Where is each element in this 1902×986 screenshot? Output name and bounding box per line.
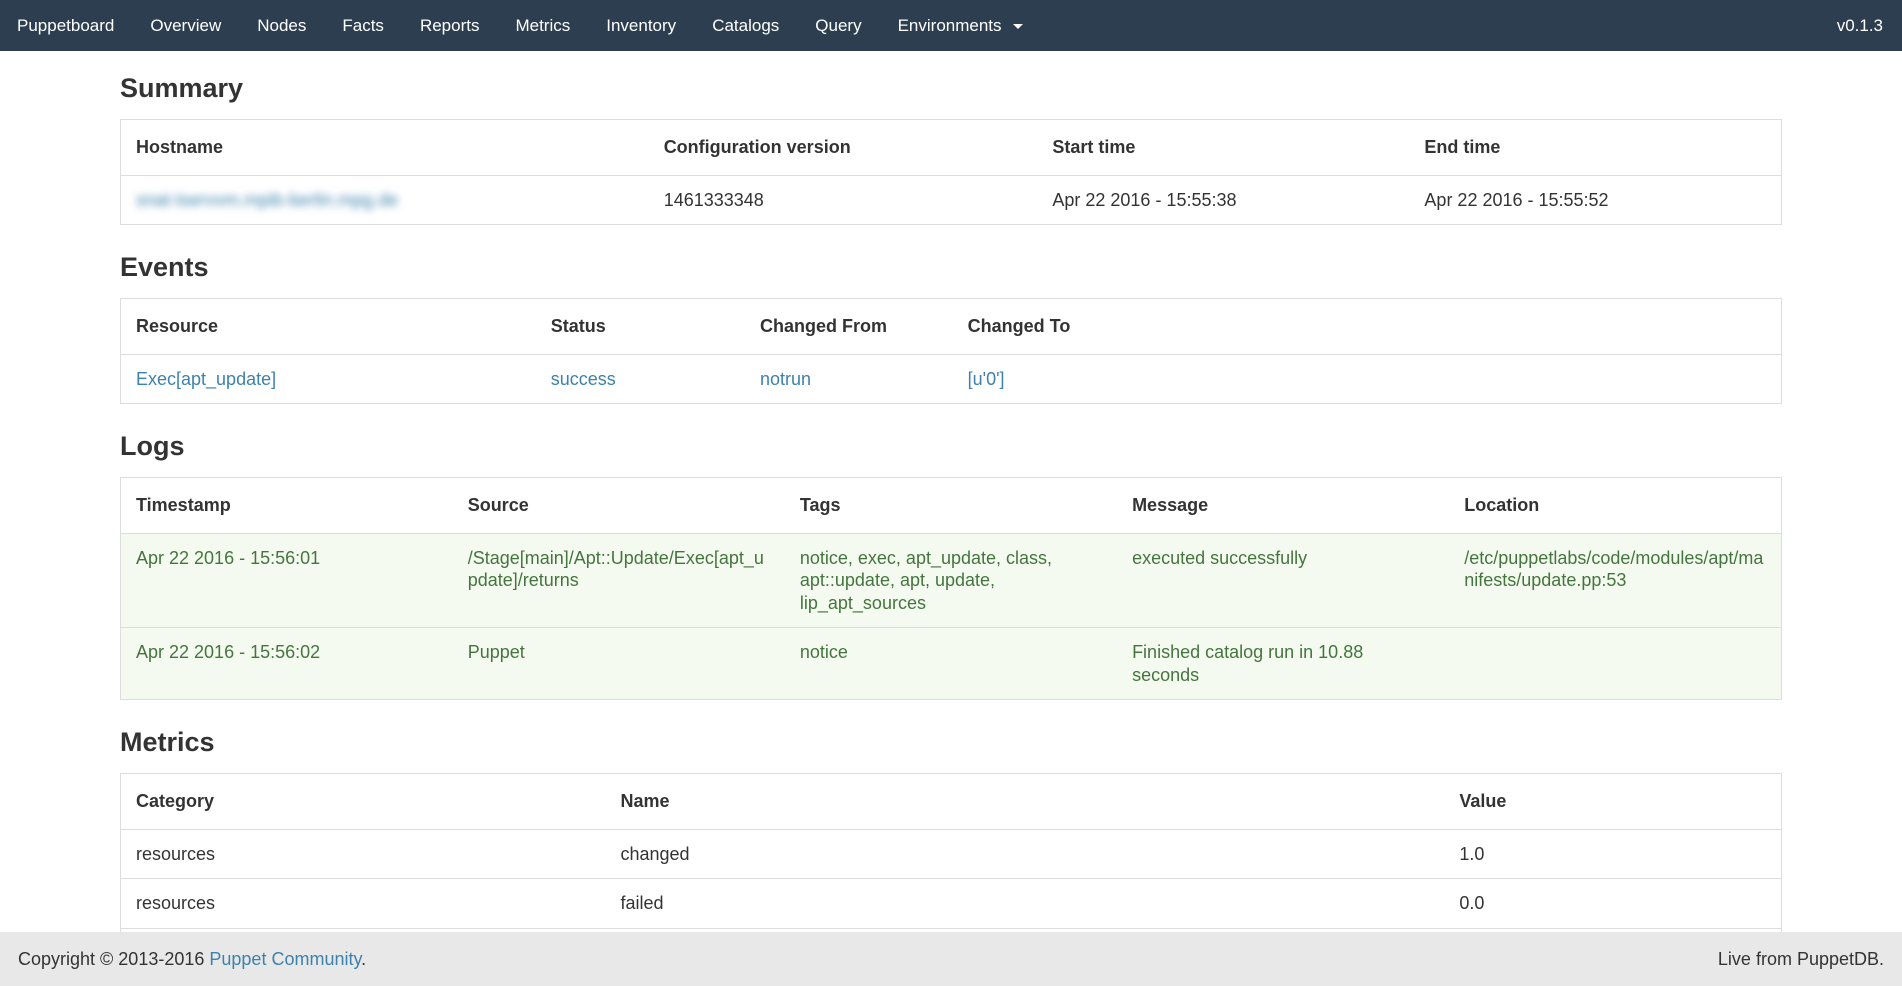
- summary-header-start-time: Start time: [1037, 120, 1409, 176]
- hostname-link[interactable]: snat-tservvm.mpib-berlin.mpg.de: [136, 190, 398, 210]
- events-header-resource: Resource: [121, 299, 536, 355]
- config-version-cell: 1461333348: [649, 175, 1038, 225]
- events-header-changed-to: Changed To: [953, 299, 1782, 355]
- summary-section: Summary Hostname Configuration version S…: [120, 73, 1782, 225]
- summary-header-config-version: Configuration version: [649, 120, 1038, 176]
- events-section: Events Resource Status Changed From Chan…: [120, 252, 1782, 404]
- summary-header-end-time: End time: [1409, 120, 1781, 176]
- log-source-cell: Puppet: [453, 628, 785, 700]
- metric-category-cell: resources: [121, 829, 606, 879]
- metrics-header-value: Value: [1444, 774, 1781, 830]
- navbar-brand[interactable]: Puppetboard: [0, 0, 132, 51]
- nav-item-reports[interactable]: Reports: [402, 0, 498, 51]
- version-label: v0.1.3: [1837, 0, 1902, 51]
- nav-item-overview[interactable]: Overview: [132, 0, 239, 51]
- metric-name-cell: changed: [606, 829, 1445, 879]
- copyright-prefix: Copyright © 2013-2016: [18, 949, 209, 969]
- log-message-cell: Finished catalog run in 10.88 seconds: [1117, 628, 1449, 700]
- summary-row: snat-tservvm.mpib-berlin.mpg.de 14613333…: [121, 175, 1782, 225]
- events-table: Resource Status Changed From Changed To …: [120, 298, 1782, 404]
- logs-header-timestamp: Timestamp: [121, 478, 453, 534]
- nav-item-environments-label: Environments: [898, 16, 1002, 35]
- events-header-status: Status: [536, 299, 745, 355]
- navbar: Puppetboard Overview Nodes Facts Reports…: [0, 0, 1902, 51]
- summary-table: Hostname Configuration version Start tim…: [120, 119, 1782, 225]
- events-header-changed-from: Changed From: [745, 299, 953, 355]
- event-changed-to-link[interactable]: [u'0']: [968, 369, 1005, 389]
- nav-item-nodes[interactable]: Nodes: [239, 0, 324, 51]
- start-time-cell: Apr 22 2016 - 15:55:38: [1037, 175, 1409, 225]
- summary-header-hostname: Hostname: [121, 120, 649, 176]
- logs-section: Logs Timestamp Source Tags Message Locat…: [120, 431, 1782, 700]
- log-row: Apr 22 2016 - 15:56:02 Puppet notice Fin…: [121, 628, 1782, 700]
- logs-header-location: Location: [1449, 478, 1781, 534]
- logs-header-source: Source: [453, 478, 785, 534]
- metric-category-cell: resources: [121, 879, 606, 929]
- metric-name-cell: failed: [606, 879, 1445, 929]
- log-tags-cell: notice: [785, 628, 1117, 700]
- log-location-cell: [1449, 628, 1781, 700]
- logs-heading: Logs: [120, 431, 1782, 462]
- nav-item-query[interactable]: Query: [797, 0, 879, 51]
- event-resource-link[interactable]: Exec[apt_update]: [136, 369, 276, 389]
- puppet-community-link[interactable]: Puppet Community: [209, 949, 361, 969]
- main-content: Summary Hostname Configuration version S…: [120, 73, 1782, 978]
- end-time-cell: Apr 22 2016 - 15:55:52: [1409, 175, 1781, 225]
- metrics-heading: Metrics: [120, 727, 1782, 758]
- log-timestamp-cell: Apr 22 2016 - 15:56:02: [121, 628, 453, 700]
- log-timestamp-cell: Apr 22 2016 - 15:56:01: [121, 533, 453, 628]
- metric-value-cell: 0.0: [1444, 879, 1781, 929]
- metric-row: resources failed 0.0: [121, 879, 1782, 929]
- event-status-link[interactable]: success: [551, 369, 616, 389]
- logs-header-tags: Tags: [785, 478, 1117, 534]
- metric-value-cell: 1.0: [1444, 829, 1781, 879]
- metrics-header-category: Category: [121, 774, 606, 830]
- events-header-row: Resource Status Changed From Changed To: [121, 299, 1782, 355]
- event-row: Exec[apt_update] success notrun [u'0']: [121, 354, 1782, 404]
- copyright-suffix: .: [361, 949, 366, 969]
- log-location-cell: /etc/puppetlabs/code/modules/apt/manifes…: [1449, 533, 1781, 628]
- nav-item-facts[interactable]: Facts: [324, 0, 402, 51]
- metrics-header-name: Name: [606, 774, 1445, 830]
- summary-heading: Summary: [120, 73, 1782, 104]
- metrics-header-row: Category Name Value: [121, 774, 1782, 830]
- nav-item-environments-dropdown[interactable]: Environments: [880, 0, 1042, 51]
- copyright-text: Copyright © 2013-2016 Puppet Community.: [18, 949, 366, 970]
- footer: Copyright © 2013-2016 Puppet Community. …: [0, 932, 1902, 986]
- metric-row: resources changed 1.0: [121, 829, 1782, 879]
- log-message-cell: executed successfully: [1117, 533, 1449, 628]
- log-tags-cell: notice, exec, apt_update, class, apt::up…: [785, 533, 1117, 628]
- nav-item-inventory[interactable]: Inventory: [588, 0, 694, 51]
- logs-header-message: Message: [1117, 478, 1449, 534]
- caret-down-icon: [1013, 24, 1023, 29]
- logs-table: Timestamp Source Tags Message Location A…: [120, 477, 1782, 700]
- nav-item-metrics[interactable]: Metrics: [497, 0, 588, 51]
- event-changed-from-link[interactable]: notrun: [760, 369, 811, 389]
- log-source-cell: /Stage[main]/Apt::Update/Exec[apt_update…: [453, 533, 785, 628]
- log-row: Apr 22 2016 - 15:56:01 /Stage[main]/Apt:…: [121, 533, 1782, 628]
- events-heading: Events: [120, 252, 1782, 283]
- puppetdb-status-text: Live from PuppetDB.: [1718, 949, 1884, 970]
- summary-header-row: Hostname Configuration version Start tim…: [121, 120, 1782, 176]
- logs-header-row: Timestamp Source Tags Message Location: [121, 478, 1782, 534]
- nav-item-catalogs[interactable]: Catalogs: [694, 0, 797, 51]
